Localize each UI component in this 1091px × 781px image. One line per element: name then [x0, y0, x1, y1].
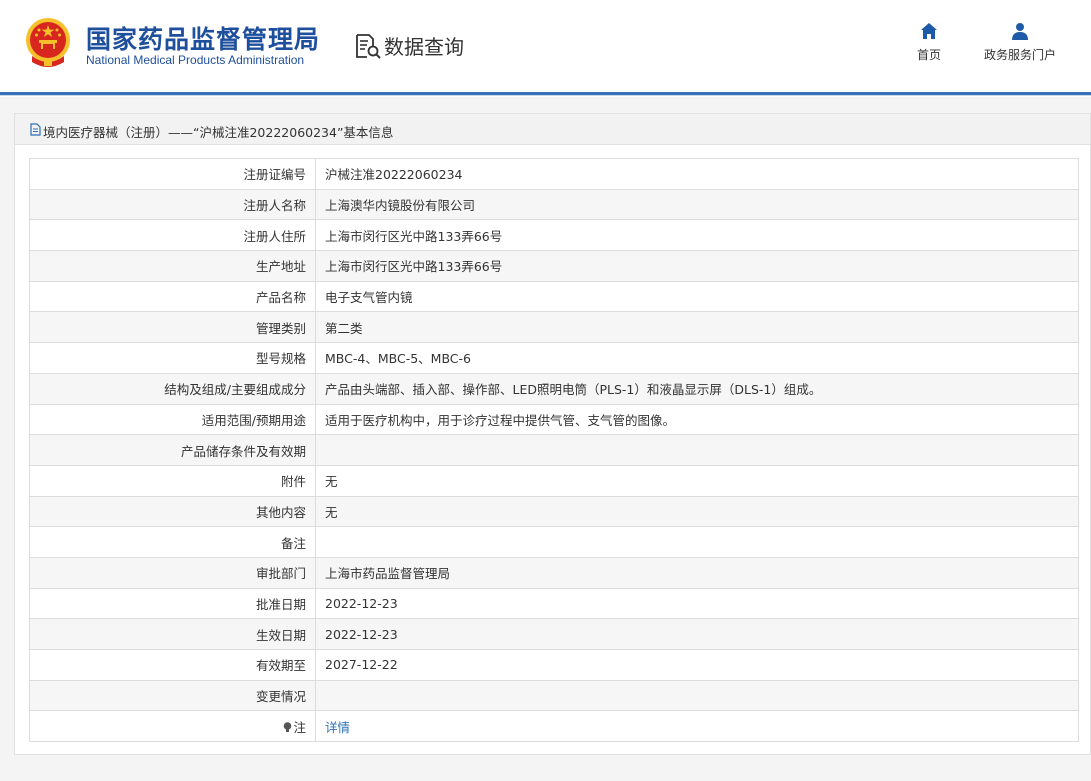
- field-value: 产品由头端部、插入部、操作部、LED照明电筒（PLS-1）和液晶显示屏（DLS-…: [315, 372, 1079, 405]
- field-value-note: 详情: [315, 710, 1079, 743]
- field-value: 适用于医疗机构中，用于诊疗过程中提供气管、支气管的图像。: [315, 403, 1079, 436]
- panel-title: 境内医疗器械（注册）——“沪械注准20222060234”基本信息: [43, 125, 394, 140]
- field-value: 无: [315, 464, 1079, 497]
- field-label: 产品名称: [29, 280, 316, 313]
- note-label: 注: [293, 719, 306, 735]
- nav-portal-link[interactable]: 政务服务门户: [974, 22, 1066, 63]
- header-divider-light: [0, 95, 1091, 96]
- site-logo-chinese: 国家药品监督管理局: [86, 25, 321, 54]
- user-icon: [1012, 23, 1028, 40]
- field-label: 审批部门: [29, 556, 316, 589]
- table-row: 生产地址 上海市闵行区光中路133弄66号: [29, 250, 1079, 282]
- nav-home-label: 首页: [916, 48, 941, 62]
- field-label: 结构及组成/主要组成成分: [29, 372, 316, 405]
- field-value: 第二类: [315, 311, 1079, 344]
- field-value: [315, 434, 1079, 466]
- nav-home-link[interactable]: 首页: [909, 22, 949, 63]
- table-row: 变更情况: [29, 679, 1079, 712]
- field-value: 上海市药品监督管理局: [315, 556, 1079, 589]
- table-row: 结构及组成/主要组成成分 产品由头端部、插入部、操作部、LED照明电筒（PLS-1…: [29, 372, 1079, 405]
- field-label: 注册人住所: [29, 219, 316, 252]
- table-row: 审批部门 上海市药品监督管理局: [29, 556, 1079, 589]
- table-row-note: 注 详情: [29, 710, 1079, 743]
- field-value: MBC-4、MBC-5、MBC-6: [315, 342, 1079, 374]
- field-label: 有效期至: [29, 649, 316, 681]
- field-label: 注册人名称: [29, 188, 316, 221]
- field-label-note: 注: [29, 710, 316, 743]
- field-label: 批准日期: [29, 587, 316, 620]
- site-logo-english: National Medical Products Administration: [86, 53, 305, 67]
- field-label: 产品储存条件及有效期: [29, 434, 316, 466]
- field-value: 上海市闵行区光中路133弄66号: [315, 219, 1079, 252]
- table-row: 管理类别 第二类: [29, 311, 1079, 344]
- field-label: 生产地址: [29, 250, 316, 282]
- table-row: 注册人名称 上海澳华内镜股份有限公司: [29, 188, 1079, 221]
- table-row: 附件无: [29, 464, 1079, 497]
- field-value: [315, 526, 1079, 558]
- field-label: 型号规格: [29, 342, 316, 374]
- data-search-icon: [356, 34, 381, 59]
- field-label: 其他内容: [29, 495, 316, 528]
- table-row: 注册证编号 沪械注准20222060234: [29, 158, 1079, 190]
- field-value: 上海市闵行区光中路133弄66号: [315, 250, 1079, 282]
- field-value: 2022-12-23: [315, 587, 1079, 620]
- field-value: 2022-12-23: [315, 618, 1079, 650]
- table-row: 注册人住所 上海市闵行区光中路133弄66号: [29, 219, 1079, 252]
- table-row: 适用范围/预期用途 适用于医疗机构中，用于诊疗过程中提供气管、支气管的图像。: [29, 403, 1079, 436]
- details-link[interactable]: 详情: [325, 720, 350, 735]
- field-label: 备注: [29, 526, 316, 558]
- table-row: 有效期至 2027-12-22: [29, 649, 1079, 681]
- field-label: 适用范围/预期用途: [29, 403, 316, 436]
- table-row: 其他内容无: [29, 495, 1079, 528]
- table-row: 产品储存条件及有效期: [29, 434, 1079, 466]
- field-label: 生效日期: [29, 618, 316, 650]
- table-row: 生效日期 2022-12-23: [29, 618, 1079, 650]
- info-table: 注册证编号 沪械注准20222060234 注册人名称 上海澳华内镜股份有限公司 注册人…: [29, 158, 1079, 743]
- national-emblem-icon: [26, 18, 70, 67]
- nav-portal-label: 政务服务门户: [983, 48, 1056, 62]
- detail-panel: 境内医疗器械（注册）——“沪械注准20222060234”基本信息 注册证编号沪…: [14, 113, 1091, 755]
- field-value: 电子支气管内镜: [315, 280, 1079, 313]
- field-label: 注册证编号: [29, 158, 316, 190]
- field-value: 2027-12-22: [315, 649, 1079, 681]
- table-row: 型号规格 MBC-4、MBC-5、MBC-6: [29, 342, 1079, 374]
- field-value: [315, 679, 1079, 712]
- field-value: 上海澳华内镜股份有限公司: [315, 188, 1079, 221]
- home-icon: [921, 23, 937, 39]
- field-value: 沪械注准20222060234: [315, 158, 1079, 190]
- field-label: 管理类别: [29, 311, 316, 344]
- document-icon: [30, 123, 41, 136]
- field-label: 变更情况: [29, 679, 316, 712]
- table-row: 产品名称 电子支气管内镜: [29, 280, 1079, 313]
- site-header: 国家药品监督管理局 National Medical Products Admi…: [0, 0, 1091, 92]
- table-row: 备注: [29, 526, 1079, 558]
- field-value: 无: [315, 495, 1079, 528]
- bulb-icon: [284, 721, 292, 732]
- section-title: 数据查询: [384, 35, 464, 59]
- panel-header: 境内医疗器械（注册）——“沪械注准20222060234”基本信息: [15, 114, 1090, 145]
- table-row: 批准日期 2022-12-23: [29, 587, 1079, 620]
- field-label: 附件: [29, 464, 316, 497]
